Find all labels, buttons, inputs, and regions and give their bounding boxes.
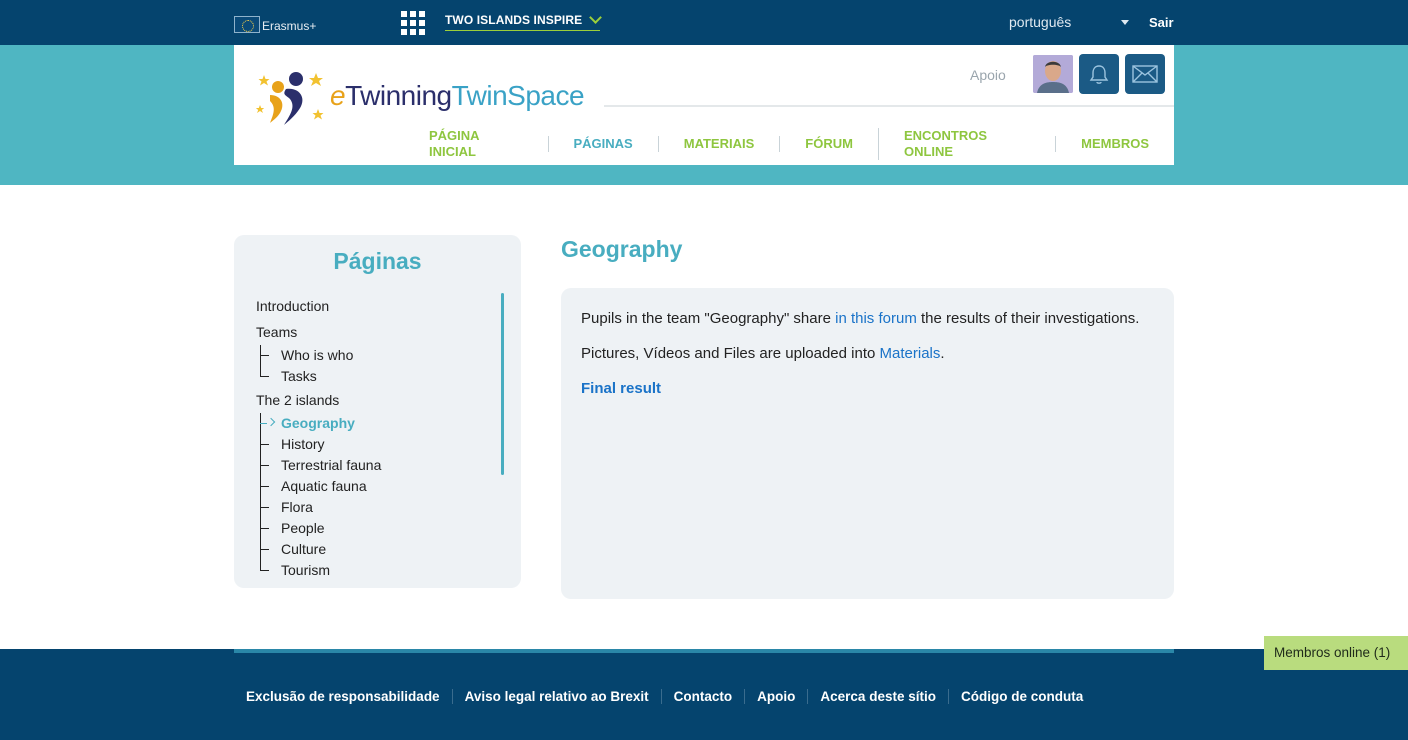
p1-text-after: the results of their investigations. <box>916 310 1140 327</box>
page-title: Geography <box>561 236 683 262</box>
page-item-the-2-islands[interactable]: The 2 islands <box>256 387 506 413</box>
content-paragraph-1: Pupils in the team "Geography" share in … <box>581 309 1154 329</box>
page-item-tourism[interactable]: Tourism <box>256 560 506 581</box>
footer-accent-line <box>234 649 1174 653</box>
sidebar-title: Páginas <box>333 248 422 274</box>
content-paragraph-2: Pictures, Vídeos and Files are uploaded … <box>581 344 1154 364</box>
page-item-tasks[interactable]: Tasks <box>256 366 506 387</box>
page-item-flora[interactable]: Flora <box>256 497 506 518</box>
nav-membros[interactable]: MEMBROS <box>1055 136 1174 152</box>
footer-link-brexit[interactable]: Aviso legal relativo ao Brexit <box>451 689 661 704</box>
apoio-link[interactable]: Apoio <box>970 67 1006 83</box>
etwinning-logo[interactable]: eTwinningTwinSpace <box>256 65 586 127</box>
footer-link-disclaimer[interactable]: Exclusão de responsabilidade <box>234 689 452 704</box>
notifications-button[interactable] <box>1079 54 1119 94</box>
sidebar-scrollbar[interactable] <box>501 293 504 475</box>
avatar-portrait-icon <box>1033 55 1073 93</box>
bell-icon <box>1089 65 1109 84</box>
logout-link[interactable]: Sair <box>1149 15 1174 30</box>
eu-flag-icon <box>234 16 260 33</box>
messages-button[interactable] <box>1125 54 1165 94</box>
nav-materiais[interactable]: MATERIAIS <box>657 136 780 152</box>
final-result-link[interactable]: Final result <box>581 380 661 397</box>
etwinning-logo-icon <box>256 72 324 125</box>
p2-text-after: . <box>940 345 945 362</box>
nav-encontros-online[interactable]: ENCONTROS ONLINE <box>877 128 1055 160</box>
language-value: português <box>1009 14 1072 30</box>
erasmus-logo[interactable]: Erasmus+ <box>234 13 316 33</box>
project-selector[interactable]: TWO ISLANDS INSPIRE <box>445 11 603 31</box>
project-name: TWO ISLANDS INSPIRE <box>445 13 583 27</box>
page-item-culture[interactable]: Culture <box>256 539 506 560</box>
p1-text-before: Pupils in the team "Geography" share <box>581 310 836 327</box>
page-item-people[interactable]: People <box>256 518 506 539</box>
user-avatar[interactable] <box>1033 55 1073 93</box>
forum-link[interactable]: in this forum <box>835 310 917 327</box>
page-item-teams[interactable]: Teams <box>256 319 506 345</box>
nav-paginas[interactable]: PÁGINAS <box>547 136 658 152</box>
page-item-history[interactable]: History <box>256 434 506 455</box>
language-select[interactable]: português <box>1009 14 1129 30</box>
current-arrow-icon <box>266 417 276 427</box>
nav-pagina-inicial[interactable]: PÁGINA INICIAL <box>404 128 548 160</box>
main-nav: PÁGINA INICIAL PÁGINAS MATERIAIS FÓRUM E… <box>404 128 1174 160</box>
page-item-aquatic-fauna[interactable]: Aquatic fauna <box>256 476 506 497</box>
logo-text-e: e <box>330 80 346 111</box>
footer-link-about[interactable]: Acerca deste sítio <box>807 689 948 704</box>
footer-link-code-of-conduct[interactable]: Código de conduta <box>947 689 1095 704</box>
caret-down-icon <box>1121 20 1129 25</box>
page-item-introduction[interactable]: Introduction <box>256 293 506 319</box>
materials-link[interactable]: Materials <box>880 345 941 362</box>
logo-text-space: TwinSpace <box>451 80 585 111</box>
footer-link-contact[interactable]: Contacto <box>660 689 745 704</box>
pages-sidebar: Páginas Introduction Teams Who is who Ta… <box>234 235 521 588</box>
header-card: eTwinningTwinSpace Apoio PÁGINA INICIAL … <box>234 45 1174 165</box>
online-members-tab[interactable]: Membros online (1) <box>1264 636 1408 670</box>
p2-text-before: Pictures, Vídeos and Files are uploaded … <box>581 345 880 362</box>
page-item-who-is-who[interactable]: Who is who <box>256 345 506 366</box>
erasmus-label: Erasmus+ <box>262 19 317 33</box>
nav-forum[interactable]: FÓRUM <box>779 136 878 152</box>
footer: Exclusão de responsabilidade Aviso legal… <box>0 649 1408 740</box>
apps-grid-icon[interactable] <box>401 11 425 35</box>
footer-link-support[interactable]: Apoio <box>744 689 807 704</box>
footer-links: Exclusão de responsabilidade Aviso legal… <box>234 689 1095 704</box>
mail-icon <box>1132 65 1158 83</box>
page-item-geography-label: Geography <box>281 415 355 431</box>
page-content: Pupils in the team "Geography" share in … <box>561 288 1174 599</box>
logo-wordmark: eTwinningTwinSpace <box>330 80 585 112</box>
pages-tree: Introduction Teams Who is who Tasks The … <box>256 293 506 581</box>
page-item-geography[interactable]: Geography <box>256 413 506 434</box>
top-bar: Erasmus+ TWO ISLANDS INSPIRE português S… <box>0 0 1408 45</box>
chevron-down-icon <box>589 11 603 24</box>
header-divider <box>604 105 1174 107</box>
content-paragraph-3: Final result <box>581 379 1154 399</box>
logo-text-main: Twinning <box>345 80 452 111</box>
page-item-terrestrial-fauna[interactable]: Terrestrial fauna <box>256 455 506 476</box>
